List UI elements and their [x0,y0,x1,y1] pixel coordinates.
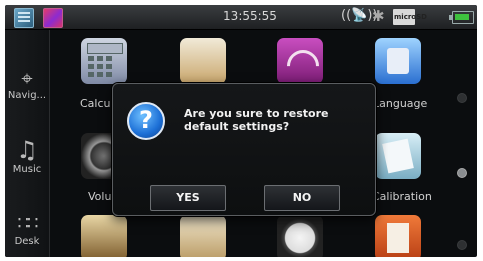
page-indicator-dot[interactable] [457,240,467,250]
confirm-dialog: ? Are you sure to restore default settin… [112,83,376,216]
language-icon[interactable] [375,38,421,84]
app-label-volume: Volu [88,190,112,203]
clock-time: 13:55:55 [223,9,277,23]
app-label-calculator: Calcul [80,97,114,110]
yes-button[interactable]: YES [150,185,226,211]
calculator-icon[interactable] [81,38,127,84]
sidebar-item-music[interactable]: ♫ Music [5,138,49,175]
question-icon: ? [127,102,165,140]
no-button[interactable]: NO [264,185,340,211]
page-indicator-dot[interactable] [457,93,467,103]
app-label-calibration: Calibration [372,190,432,203]
wifi-icon[interactable] [277,38,323,84]
microsd-label: microSD [394,13,427,21]
sidebar-item-desk[interactable]: ∷∷ Desk [5,213,49,248]
page-indicator-dot-active[interactable] [457,168,467,178]
sidebar-item-navigation[interactable]: ⌖ Navig... [5,68,49,101]
desk-grid-icon: ∷∷ [17,213,39,234]
status-bar: 13:55:55 ((📡)) ✱ microSD [5,5,477,30]
clock-icon[interactable] [277,215,323,257]
dialog-message: Are you sure to restore default settings… [184,107,329,133]
music-note-icon: ♫ [16,136,38,164]
notes-icon[interactable] [180,215,226,257]
calibration-icon[interactable] [375,133,421,179]
device-screen: 13:55:55 ((📡)) ✱ microSD ⌖ Navig... ♫ Mu… [5,5,477,257]
sidebar-item-label: Navig... [7,90,47,101]
microsd-icon: microSD [393,9,427,25]
sidebar-item-label: Desk [14,236,40,247]
navigation-crosshair-icon: ⌖ [21,66,33,90]
sidebar-item-label: Music [12,164,42,175]
bluetooth-icon: ✱ [372,7,385,25]
game-icon[interactable] [81,215,127,257]
tools-icon[interactable] [180,38,226,84]
recent-app-1-icon[interactable] [14,8,34,28]
recent-app-2-icon[interactable] [43,8,63,28]
battery-icon [449,11,474,24]
sidebar: ⌖ Navig... ♫ Music ∷∷ Desk [5,30,50,257]
document-icon[interactable] [375,215,421,257]
app-label-language: Language [373,97,428,110]
